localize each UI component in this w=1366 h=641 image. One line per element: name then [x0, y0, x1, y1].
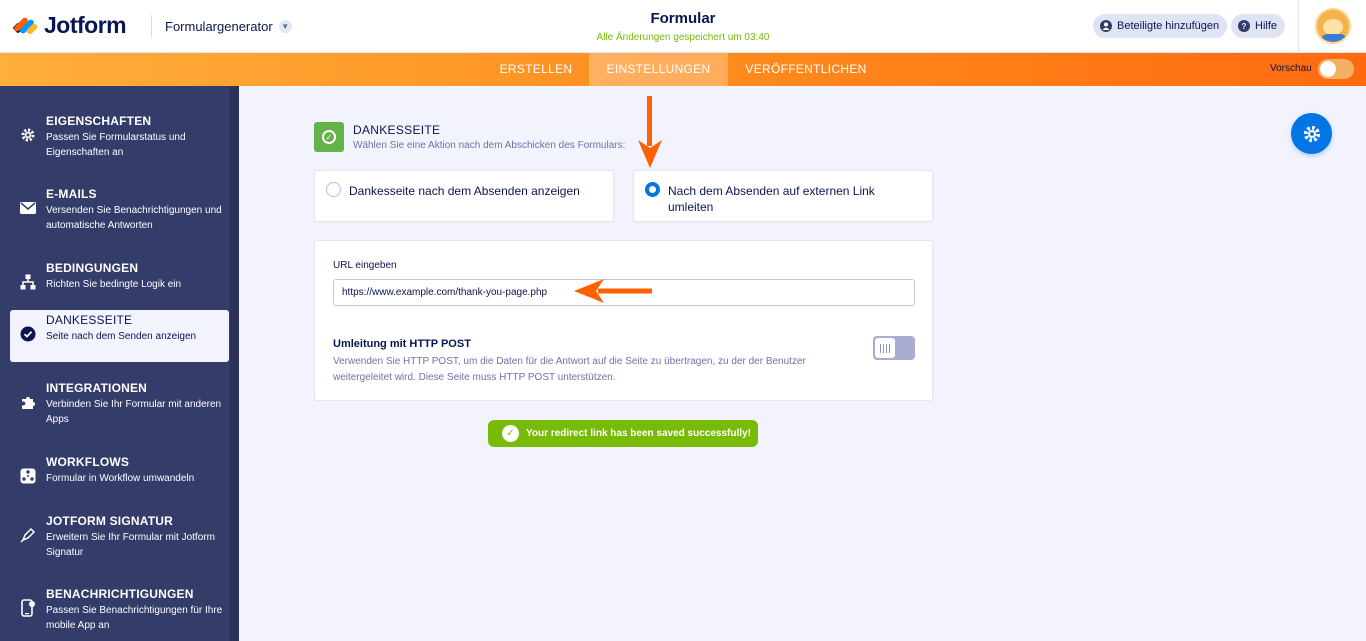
- sidebar-item-desc: Passen Sie Formularstatus und Eigenschaf…: [46, 132, 186, 158]
- builder-dropdown[interactable]: Formulargenerator ▼: [165, 19, 292, 34]
- radio-unselected[interactable]: [326, 182, 341, 197]
- section-subtitle: Wählen Sie eine Aktion nach dem Abschick…: [353, 140, 626, 151]
- http-post-toggle[interactable]: [873, 336, 915, 360]
- success-toast: ✓ Your redirect link has been saved succ…: [488, 420, 758, 447]
- add-collaborators-label: Beteiligte hinzufügen: [1117, 20, 1220, 32]
- builder-tabbar: ERSTELLEN EINSTELLUNGEN VERÖFFENTLICHEN …: [0, 53, 1366, 86]
- tab-settings[interactable]: EINSTELLUNGEN: [589, 53, 728, 86]
- save-status: Alle Änderungen gespeichert um 03:40: [596, 32, 770, 43]
- logo-text: Jotform: [44, 12, 127, 38]
- toast-message: Your redirect link has been saved succes…: [526, 428, 751, 439]
- sidebar-item-title: BEDINGUNGEN: [46, 261, 139, 275]
- sidebar-item-desc: Richten Sie bedingte Logik ein: [46, 279, 182, 290]
- sidebar-item-properties[interactable]: EIGENSCHAFTEN Passen Sie Formularstatus …: [10, 111, 229, 163]
- option-redirect-external[interactable]: Nach dem Absenden auf externen Link umle…: [633, 170, 933, 222]
- tab-publish[interactable]: VERÖFFENTLICHEN: [728, 53, 884, 86]
- sidebar-item-title: E-MAILS: [46, 187, 97, 201]
- jotform-logo[interactable]: Jotform: [12, 12, 127, 39]
- settings-sidebar: EIGENSCHAFTEN Passen Sie Formularstatus …: [0, 86, 239, 641]
- envelope-icon: [19, 199, 37, 217]
- annotation-arrow-left-icon: [574, 279, 652, 303]
- http-post-title: Umleitung mit HTTP POST: [333, 338, 471, 350]
- http-post-description: Verwenden Sie HTTP POST, um die Daten fü…: [333, 356, 806, 383]
- option-label: Dankesseite nach dem Absenden anzeigen: [349, 184, 580, 198]
- sidebar-item-conditions[interactable]: BEDINGUNGEN Richten Sie bedingte Logik e…: [10, 258, 229, 310]
- redirect-url-card: URL eingeben Umleitung mit HTTP POST Ver…: [314, 240, 933, 401]
- settings-gear-button[interactable]: [1291, 113, 1332, 154]
- sidebar-item-title: INTEGRATIONEN: [46, 381, 148, 395]
- sidebar-scrollbar[interactable]: [230, 86, 239, 641]
- option-label: Nach dem Absenden auf externen Link umle…: [668, 184, 875, 214]
- annotation-arrow-down-icon: [638, 96, 662, 168]
- sidebar-item-signature[interactable]: JOTFORM SIGNATUR Erweitern Sie Ihr Formu…: [10, 511, 229, 563]
- builder-label: Formulargenerator: [165, 19, 273, 34]
- question-icon: ?: [1238, 20, 1250, 32]
- add-collaborators-button[interactable]: Beteiligte hinzufügen: [1093, 14, 1228, 38]
- preview-toggle[interactable]: [1318, 59, 1354, 79]
- thankyou-section-header: ✓ DANKESSEITE Wählen Sie eine Aktion nac…: [314, 122, 625, 152]
- sitemap-icon: [19, 273, 37, 291]
- help-label: Hilfe: [1255, 20, 1278, 32]
- sidebar-item-desc: Seite nach dem Senden anzeigen: [46, 331, 197, 342]
- gear-icon: [1303, 125, 1320, 142]
- form-title-block: Formular Alle Änderungen gespeichert um …: [583, 10, 783, 43]
- form-title[interactable]: Formular: [583, 10, 783, 27]
- section-title: DANKESSEITE: [353, 123, 441, 137]
- tab-create[interactable]: ERSTELLEN: [483, 53, 589, 86]
- workflow-icon: [19, 467, 37, 485]
- avatar-container: [1298, 0, 1366, 53]
- sidebar-item-title: JOTFORM SIGNATUR: [46, 514, 173, 528]
- sidebar-item-emails[interactable]: E-MAILS Versenden Sie Benachrichtigungen…: [10, 184, 229, 236]
- sidebar-item-desc: Erweitern Sie Ihr Formular mit Jotform S…: [46, 532, 215, 558]
- check-badge-icon: ✓: [314, 122, 344, 152]
- sidebar-item-notifications[interactable]: BENACHRICHTIGUNGEN Passen Sie Benachrich…: [10, 584, 229, 636]
- sidebar-item-title: WORKFLOWS: [46, 455, 130, 469]
- sidebar-item-desc: Passen Sie Benachrichtigungen für Ihre m…: [46, 605, 223, 631]
- sidebar-item-desc: Versenden Sie Benachrichtigungen und aut…: [46, 205, 222, 231]
- sidebar-item-workflows[interactable]: WORKFLOWS Formular in Workflow umwandeln: [10, 452, 229, 504]
- option-show-thankyou-page[interactable]: Dankesseite nach dem Absenden anzeigen: [314, 170, 614, 222]
- check-circle-icon: [19, 325, 37, 343]
- sidebar-item-title: DANKESSEITE: [46, 313, 133, 327]
- header-divider: [151, 15, 152, 37]
- top-header: Jotform Formulargenerator ▼ Formular All…: [0, 0, 1366, 53]
- gear-icon: [19, 126, 37, 144]
- puzzle-icon: [19, 393, 37, 411]
- help-button[interactable]: ? Hilfe: [1231, 14, 1286, 38]
- sidebar-item-integrations[interactable]: INTEGRATIONEN Verbinden Sie Ihr Formular…: [10, 378, 229, 430]
- sidebar-item-thankyou[interactable]: DANKESSEITE Seite nach dem Senden anzeig…: [10, 310, 229, 362]
- mobile-bell-icon: [19, 599, 37, 617]
- jotform-logo-icon: [12, 14, 39, 38]
- radio-selected[interactable]: [645, 182, 660, 197]
- sidebar-item-desc: Verbinden Sie Ihr Formular mit anderen A…: [46, 399, 222, 425]
- sidebar-item-desc: Formular in Workflow umwandeln: [46, 473, 195, 484]
- chevron-down-icon: ▼: [278, 20, 292, 33]
- check-circle-icon: ✓: [502, 425, 519, 442]
- avatar[interactable]: [1315, 8, 1351, 44]
- sidebar-item-title: EIGENSCHAFTEN: [46, 114, 152, 128]
- url-field-label: URL eingeben: [333, 260, 397, 271]
- preview-label: Vorschau: [1270, 63, 1312, 74]
- sidebar-item-title: BENACHRICHTIGUNGEN: [46, 587, 194, 601]
- user-icon: [1100, 20, 1112, 32]
- pen-icon: [19, 526, 37, 544]
